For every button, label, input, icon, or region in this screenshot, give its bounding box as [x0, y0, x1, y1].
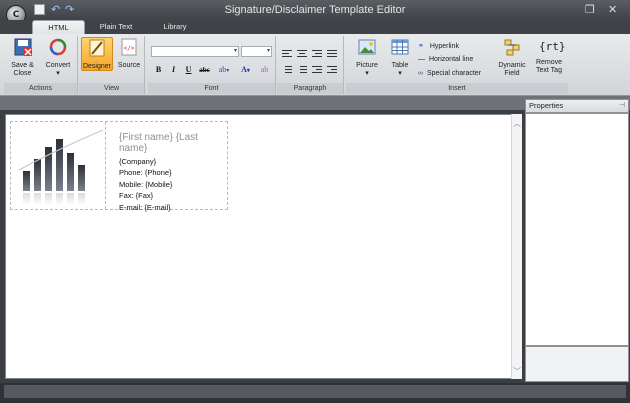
underline-icon[interactable]: U: [182, 64, 195, 76]
remove-text-tag-button[interactable]: {rt} Remove Text Tag: [532, 37, 566, 75]
status-bar: [0, 383, 630, 403]
convert-icon: [49, 38, 67, 56]
signature-template-table[interactable]: {First name} {Last name} {Company} Phone…: [10, 121, 228, 213]
font-group: ▾ ▾ B I U abc ab▾ A▾ ab Font: [148, 36, 276, 94]
window-title: Signature/Disclaimer Template Editor: [224, 4, 406, 16]
align-left-icon[interactable]: [281, 48, 293, 58]
chevron-down-icon: ▾: [266, 47, 270, 54]
signature-text-cell[interactable]: {First name} {Last name} {Company} Phone…: [119, 132, 227, 213]
hyperlink-icon: ⚭: [418, 43, 424, 50]
decrease-indent-icon[interactable]: [311, 64, 323, 74]
ribbon-tabs: HTML Plain Text Library: [0, 20, 630, 34]
pin-icon[interactable]: ⊣: [619, 100, 625, 112]
remove-text-tag-label: Remove Text Tag: [535, 59, 563, 74]
properties-title: Properties: [529, 101, 564, 110]
italic-icon[interactable]: I: [167, 64, 180, 76]
logo-swoosh: [18, 129, 104, 171]
signature-fax: Fax: {Fax}: [119, 191, 154, 201]
paragraph-group-label: Paragraph: [277, 83, 343, 94]
svg-text:</>: </>: [124, 45, 135, 52]
insert-group: Picture ▾ Table ▾ ⚭ Hyperlink — Horizont…: [346, 36, 568, 94]
align-justify-icon[interactable]: [326, 48, 338, 58]
chevron-down-icon: ▾: [365, 70, 369, 77]
paragraph-group: Paragraph: [277, 36, 344, 94]
horizontal-line-label: Horizontal line: [428, 56, 474, 63]
table-icon: [391, 39, 409, 55]
view-group-label: View: [79, 83, 144, 94]
convert-button[interactable]: Convert ▾: [42, 37, 74, 78]
actions-group: Save & Close Convert ▾ Actions: [4, 36, 78, 94]
font-color-icon[interactable]: A▾: [237, 64, 254, 76]
insert-group-label: Insert: [346, 83, 568, 94]
designer-button[interactable]: Designer: [81, 37, 113, 71]
designer-icon: [89, 39, 105, 57]
horizontal-line-button[interactable]: — Horizontal line: [418, 55, 473, 65]
properties-header: Properties ⊣: [525, 99, 629, 113]
insert-table-button[interactable]: Table ▾: [386, 37, 414, 78]
hyperlink-label: Hyperlink: [429, 43, 460, 50]
tab-library[interactable]: Library: [150, 20, 200, 34]
font-group-label: Font: [148, 83, 275, 94]
tab-html[interactable]: HTML: [32, 20, 85, 34]
increase-indent-icon[interactable]: [326, 64, 338, 74]
scroll-down-icon[interactable]: ﹀: [513, 366, 521, 377]
scroll-up-icon[interactable]: ︿: [513, 118, 521, 129]
insert-picture-button[interactable]: Picture ▾: [350, 37, 384, 78]
bullet-list-icon[interactable]: [281, 64, 293, 74]
status-bar-area: [4, 385, 626, 398]
chevron-down-icon: ▾: [233, 47, 237, 54]
save-close-label: Save & Close: [11, 62, 34, 77]
align-right-icon[interactable]: [311, 48, 323, 58]
restore-window-icon[interactable]: ❐: [585, 3, 595, 16]
designer-label: Designer: [82, 63, 111, 70]
clear-formatting-icon[interactable]: ab: [258, 64, 271, 76]
font-size-select[interactable]: ▾: [241, 46, 272, 57]
source-label: Source: [117, 62, 141, 69]
align-center-icon[interactable]: [296, 48, 308, 58]
signature-logo-image[interactable]: [11, 122, 106, 209]
table-label: Table: [391, 62, 409, 69]
title-bar: C ↶ ↷ Signature/Disclaimer Template Edit…: [0, 0, 630, 25]
tab-plain-text[interactable]: Plain Text: [90, 20, 142, 34]
editor-vertical-scrollbar[interactable]: ︿ ﹀: [511, 114, 522, 379]
properties-description: [525, 346, 629, 382]
picture-icon: [358, 39, 376, 55]
numbered-list-icon[interactable]: [296, 64, 308, 74]
highlight-color-icon[interactable]: ab▾: [215, 64, 233, 76]
save-icon: [14, 38, 32, 56]
chevron-down-icon: ▾: [56, 70, 60, 77]
dynamic-field-icon: [504, 39, 520, 56]
save-close-button[interactable]: Save & Close: [6, 37, 39, 78]
special-character-label: Special character: [426, 70, 482, 77]
remove-text-tag-icon: {rt}: [539, 40, 566, 53]
special-character-button[interactable]: ∞ Special character: [418, 69, 481, 79]
picture-label: Picture: [356, 62, 378, 69]
view-group: Designer </> Source View: [79, 36, 145, 94]
signature-email: E-mail: {E-mail}: [119, 202, 171, 212]
close-window-icon[interactable]: ✕: [608, 3, 617, 16]
hyperlink-button[interactable]: ⚭ Hyperlink: [418, 42, 459, 52]
dynamic-field-label: Dynamic Field: [498, 62, 526, 77]
signature-phone: Phone: {Phone}: [119, 168, 172, 178]
horizontal-line-icon: —: [418, 56, 425, 63]
strikethrough-icon[interactable]: abc: [198, 64, 211, 76]
signature-name: {First name} {Last name}: [119, 132, 198, 154]
convert-label: Convert: [45, 62, 71, 69]
ribbon: Save & Close Convert ▾ Actions Designer …: [0, 34, 630, 96]
source-button[interactable]: </> Source: [115, 37, 143, 70]
signature-mobile: Mobile: {Mobile}: [119, 179, 173, 189]
properties-grid[interactable]: [525, 113, 629, 346]
actions-group-label: Actions: [4, 83, 77, 94]
source-code-icon: </>: [121, 38, 137, 56]
font-name-select[interactable]: ▾: [151, 46, 239, 57]
chevron-down-icon: ▾: [398, 70, 402, 77]
dynamic-field-button[interactable]: Dynamic Field: [494, 37, 530, 78]
bold-icon[interactable]: B: [152, 64, 165, 76]
special-character-icon: ∞: [418, 70, 423, 77]
signature-company: {Company}: [119, 157, 157, 166]
